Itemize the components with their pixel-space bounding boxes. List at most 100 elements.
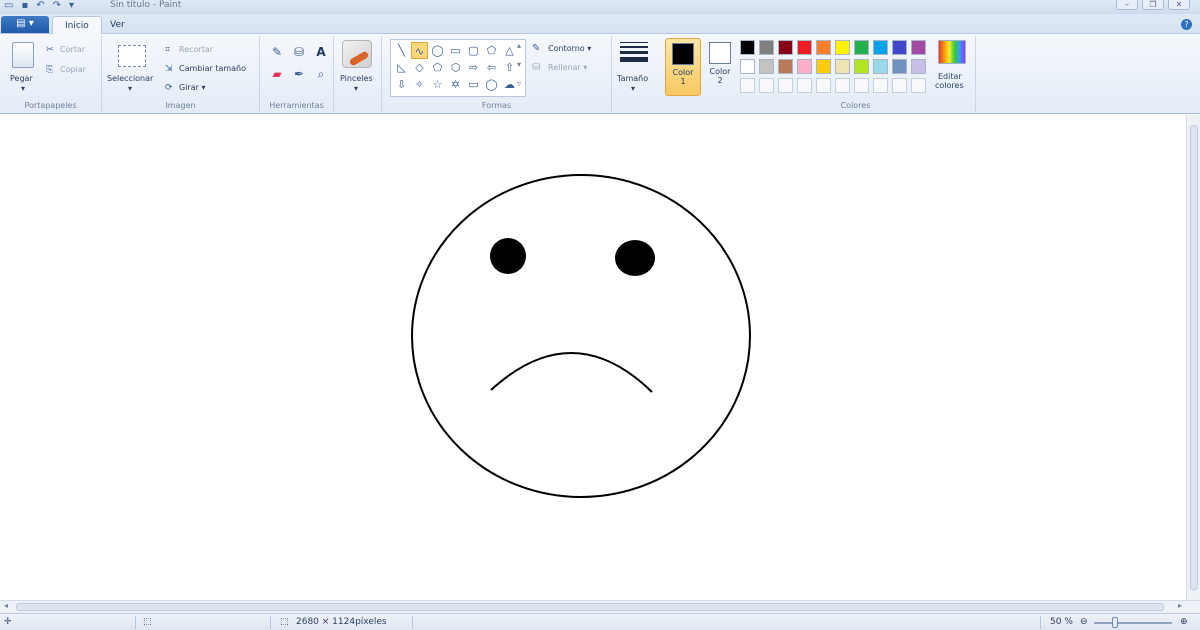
pencil-icon[interactable]: ✎	[268, 44, 286, 60]
select-button[interactable]: Seleccionar	[107, 74, 153, 83]
left-arrow-shape-icon[interactable]: ⇦	[483, 59, 500, 76]
pentagon-shape-icon[interactable]: ⬠	[429, 59, 446, 76]
scroll-right-icon[interactable]: ▸	[1178, 601, 1182, 610]
cloud-callout-shape-icon[interactable]: ☁	[501, 76, 518, 93]
hexagon-shape-icon[interactable]: ⬡	[447, 59, 464, 76]
edit-colors-button[interactable]: Editar	[938, 72, 962, 81]
help-icon[interactable]: ?	[1181, 19, 1192, 30]
vertical-scroll-thumb[interactable]	[1190, 125, 1198, 590]
close-button[interactable]: ✕	[1168, 0, 1190, 10]
select-icon[interactable]	[118, 45, 146, 67]
palette-color-8[interactable]	[873, 40, 888, 55]
shapes-scroll-down-icon[interactable]: ▾	[517, 60, 521, 69]
shapes-expand-icon[interactable]: ▿	[517, 79, 521, 88]
file-menu-button[interactable]: ▤ ▾	[1, 16, 49, 33]
paste-dropdown-icon[interactable]: ▾	[21, 84, 25, 93]
scroll-left-icon[interactable]: ◂	[4, 601, 8, 610]
zoom-slider-thumb[interactable]	[1112, 617, 1118, 628]
maximize-button[interactable]: ❐	[1142, 0, 1164, 10]
edit-colors-button-line2[interactable]: colores	[935, 81, 964, 90]
four-point-star-shape-icon[interactable]: ✧	[411, 76, 428, 93]
zoom-slider[interactable]	[1094, 622, 1172, 624]
diamond-shape-icon[interactable]: ◇	[411, 59, 428, 76]
palette-color-4[interactable]	[797, 40, 812, 55]
palette-custom-slot[interactable]	[816, 78, 831, 93]
tab-ver[interactable]: Ver	[98, 16, 137, 34]
palette-custom-slot[interactable]	[873, 78, 888, 93]
text-icon[interactable]: A	[312, 44, 330, 60]
select-dropdown-icon[interactable]: ▾	[128, 84, 132, 93]
five-point-star-shape-icon[interactable]: ☆	[429, 76, 446, 93]
oval-shape-icon[interactable]: ◯	[429, 42, 446, 59]
palette-color-3[interactable]	[778, 40, 793, 55]
color1-button[interactable]: Color 1	[665, 38, 701, 96]
rotate-button[interactable]: Girar ▾	[179, 83, 205, 92]
color2-button[interactable]: Color 2	[702, 38, 738, 96]
brushes-icon[interactable]	[342, 40, 372, 68]
undo-icon[interactable]: ↶	[36, 1, 44, 11]
shapes-scroll-up-icon[interactable]: ▴	[517, 41, 521, 50]
tab-inicio[interactable]: Inicio	[52, 16, 102, 34]
palette-color-16[interactable]	[835, 59, 850, 74]
palette-color-7[interactable]	[854, 40, 869, 55]
paste-button[interactable]: Pegar	[10, 74, 33, 83]
line-shape-icon[interactable]: ╲	[393, 42, 410, 59]
down-arrow-shape-icon[interactable]: ⇩	[393, 76, 410, 93]
crop-button[interactable]: Recortar	[179, 45, 213, 54]
customize-icon[interactable]: ▾	[69, 1, 74, 11]
right-triangle-shape-icon[interactable]: ◺	[393, 59, 410, 76]
triangle-shape-icon[interactable]: △	[501, 42, 518, 59]
palette-custom-slot[interactable]	[797, 78, 812, 93]
palette-custom-slot[interactable]	[835, 78, 850, 93]
palette-color-17[interactable]	[854, 59, 869, 74]
brushes-button[interactable]: Pinceles	[340, 74, 373, 83]
vertical-scrollbar[interactable]	[1186, 115, 1200, 600]
palette-color-10[interactable]	[911, 40, 926, 55]
palette-color-5[interactable]	[816, 40, 831, 55]
size-button[interactable]: Tamaño	[617, 74, 648, 83]
horizontal-scrollbar[interactable]: ◂ ▸	[0, 600, 1200, 613]
rounded-rectangle-shape-icon[interactable]: ▢	[465, 42, 482, 59]
app-icon[interactable]: ▭	[4, 1, 13, 11]
zoom-in-icon[interactable]: ⊕	[1180, 617, 1188, 627]
redo-icon[interactable]: ↷	[53, 1, 61, 11]
edit-colors-icon[interactable]	[938, 40, 966, 64]
horizontal-scroll-thumb[interactable]	[16, 603, 1164, 611]
fill-button[interactable]: Rellenar ▾	[548, 63, 587, 72]
palette-color-18[interactable]	[873, 59, 888, 74]
zoom-out-icon[interactable]: ⊖	[1080, 617, 1088, 627]
fill-bucket-icon[interactable]: ⛁	[290, 44, 308, 60]
cut-button[interactable]: Cortar	[60, 45, 85, 54]
up-arrow-shape-icon[interactable]: ⇧	[501, 59, 518, 76]
palette-color-6[interactable]	[835, 40, 850, 55]
palette-custom-slot[interactable]	[892, 78, 907, 93]
palette-custom-slot[interactable]	[778, 78, 793, 93]
color-picker-icon[interactable]: ✒	[290, 66, 308, 82]
minimize-button[interactable]: –	[1116, 0, 1138, 10]
rectangle-shape-icon[interactable]: ▭	[447, 42, 464, 59]
palette-color-14[interactable]	[797, 59, 812, 74]
palette-color-19[interactable]	[892, 59, 907, 74]
palette-color-2[interactable]	[759, 40, 774, 55]
save-icon[interactable]: ▪	[21, 1, 28, 11]
palette-custom-slot[interactable]	[854, 78, 869, 93]
right-arrow-shape-icon[interactable]: ⇨	[465, 59, 482, 76]
oval-callout-shape-icon[interactable]: ◯	[483, 76, 500, 93]
palette-custom-slot[interactable]	[759, 78, 774, 93]
palette-custom-slot[interactable]	[740, 78, 755, 93]
eraser-icon[interactable]: ▰	[268, 66, 286, 82]
copy-button[interactable]: Copiar	[60, 65, 86, 74]
six-point-star-shape-icon[interactable]: ✡	[447, 76, 464, 93]
palette-color-13[interactable]	[778, 59, 793, 74]
palette-color-1[interactable]	[740, 40, 755, 55]
palette-color-20[interactable]	[911, 59, 926, 74]
palette-color-12[interactable]	[759, 59, 774, 74]
outline-button[interactable]: Contorno ▾	[548, 44, 591, 53]
curve-shape-icon[interactable]: ∿	[411, 42, 428, 59]
palette-custom-slot[interactable]	[911, 78, 926, 93]
size-icon[interactable]	[620, 42, 648, 65]
palette-color-15[interactable]	[816, 59, 831, 74]
size-dropdown-icon[interactable]: ▾	[631, 84, 635, 93]
magnifier-icon[interactable]: ⌕	[312, 66, 330, 82]
callout-shape-icon[interactable]: ▭	[465, 76, 482, 93]
